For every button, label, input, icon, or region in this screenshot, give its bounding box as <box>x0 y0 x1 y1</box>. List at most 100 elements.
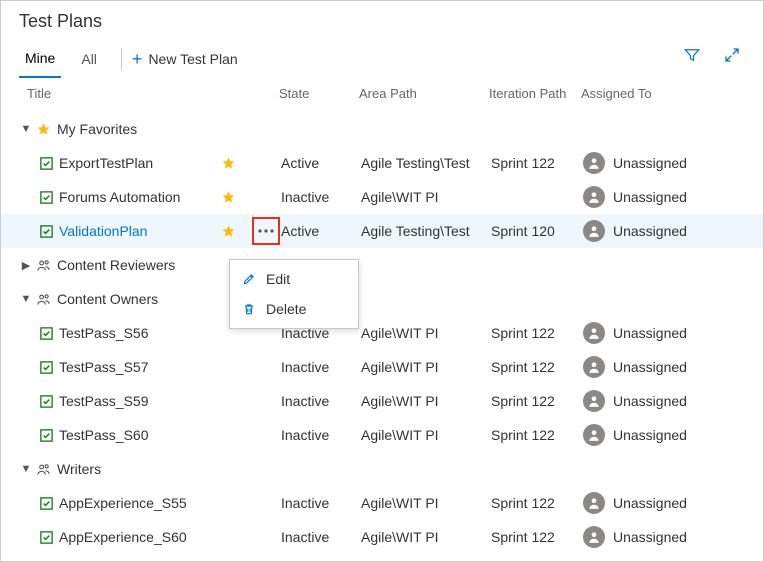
test-plan-icon <box>39 156 59 171</box>
plan-title[interactable]: ExportTestPlan <box>59 155 221 171</box>
assigned-to-label: Unassigned <box>613 155 687 171</box>
plan-iteration: Sprint 120 <box>491 223 583 239</box>
test-plan-icon <box>39 428 59 443</box>
assigned-to-label: Unassigned <box>613 495 687 511</box>
tab-mine[interactable]: Mine <box>19 50 61 78</box>
team-icon <box>33 462 53 477</box>
more-actions-button[interactable] <box>252 489 280 517</box>
plan-iteration: Sprint 122 <box>491 325 583 341</box>
context-menu: Edit Delete <box>229 259 359 329</box>
avatar-icon <box>583 152 605 174</box>
group-row[interactable]: ▶ Content Reviewers <box>1 248 763 282</box>
col-header-assigned[interactable]: Assigned To <box>581 86 745 101</box>
plan-assigned[interactable]: Unassigned <box>583 424 745 446</box>
plan-title[interactable]: Forums Automation <box>59 189 221 205</box>
plan-area-path: Agile\WIT PI <box>361 189 491 205</box>
more-actions-button[interactable] <box>252 149 280 177</box>
filter-icon <box>683 46 701 64</box>
table-row[interactable]: ExportTestPlanActiveAgile Testing\TestSp… <box>1 146 763 180</box>
group-row[interactable]: ▼Writers <box>1 452 763 486</box>
table-row[interactable]: TestPass_S57InactiveAgile\WIT PISprint 1… <box>1 350 763 384</box>
plan-title[interactable]: TestPass_S56 <box>59 325 221 341</box>
col-header-state[interactable]: State <box>279 86 359 101</box>
table-row[interactable]: AppExperience_S60InactiveAgile\WIT PISpr… <box>1 520 763 554</box>
favorite-star-icon[interactable] <box>221 224 251 239</box>
test-plan-icon <box>39 530 59 545</box>
group-row[interactable]: ▼Content Owners <box>1 282 763 316</box>
plan-assigned[interactable]: Unassigned <box>583 390 745 412</box>
table-row[interactable]: ValidationPlan ActiveAgile Testing\TestSp… <box>1 214 763 248</box>
more-actions-button[interactable] <box>252 421 280 449</box>
test-plan-icon <box>39 326 59 341</box>
plan-state: Inactive <box>281 495 361 511</box>
plan-assigned[interactable]: Unassigned <box>583 186 745 208</box>
plan-assigned[interactable]: Unassigned <box>583 152 745 174</box>
col-header-area[interactable]: Area Path <box>359 86 489 101</box>
chevron-down-icon: ▼ <box>19 123 33 135</box>
plan-state: Active <box>281 223 361 239</box>
avatar-icon <box>583 322 605 344</box>
avatar-icon <box>583 356 605 378</box>
plan-title[interactable]: ValidationPlan <box>59 223 221 239</box>
menu-item-edit[interactable]: Edit <box>230 264 358 294</box>
team-icon <box>33 292 53 307</box>
test-plans-table: Title State Area Path Iteration Path Ass… <box>1 82 763 554</box>
plan-assigned[interactable]: Unassigned <box>583 526 745 548</box>
plan-iteration: Sprint 122 <box>491 155 583 171</box>
team-icon <box>33 258 53 273</box>
plan-area-path: Agile Testing\Test <box>361 223 491 239</box>
plan-assigned[interactable]: Unassigned <box>583 220 745 242</box>
favorite-star-icon[interactable] <box>221 190 251 205</box>
star-icon <box>33 122 53 137</box>
plan-title[interactable]: TestPass_S57 <box>59 359 221 375</box>
plan-title[interactable]: TestPass_S59 <box>59 393 221 409</box>
avatar-icon <box>583 220 605 242</box>
table-row[interactable]: Forums AutomationInactiveAgile\WIT PIUna… <box>1 180 763 214</box>
menu-item-delete-label: Delete <box>266 301 306 317</box>
more-actions-button[interactable] <box>252 353 280 381</box>
plan-assigned[interactable]: Unassigned <box>583 356 745 378</box>
plan-assigned[interactable]: Unassigned <box>583 322 745 344</box>
table-header: Title State Area Path Iteration Path Ass… <box>1 82 763 112</box>
more-actions-button[interactable] <box>252 387 280 415</box>
tab-all[interactable]: All <box>75 51 103 77</box>
assigned-to-label: Unassigned <box>613 529 687 545</box>
more-actions-button[interactable] <box>252 217 280 245</box>
table-row[interactable]: TestPass_S56InactiveAgile\WIT PISprint 1… <box>1 316 763 350</box>
plan-iteration: Sprint 122 <box>491 495 583 511</box>
assigned-to-label: Unassigned <box>613 325 687 341</box>
expand-icon <box>723 46 741 64</box>
table-row[interactable]: TestPass_S60InactiveAgile\WIT PISprint 1… <box>1 418 763 452</box>
expand-button[interactable] <box>723 46 741 64</box>
col-header-title[interactable]: Title <box>19 86 279 101</box>
more-actions-button[interactable] <box>252 523 280 551</box>
filter-button[interactable] <box>683 46 701 64</box>
favorite-star-icon[interactable] <box>221 156 251 171</box>
avatar-icon <box>583 390 605 412</box>
group-row[interactable]: ▼My Favorites <box>1 112 763 146</box>
plan-iteration: Sprint 122 <box>491 359 583 375</box>
plan-assigned[interactable]: Unassigned <box>583 492 745 514</box>
table-row[interactable]: AppExperience_S55InactiveAgile\WIT PISpr… <box>1 486 763 520</box>
menu-item-delete[interactable]: Delete <box>230 294 358 324</box>
avatar-icon <box>583 492 605 514</box>
col-header-iteration[interactable]: Iteration Path <box>489 86 581 101</box>
group-label: Content Reviewers <box>57 257 175 273</box>
plan-iteration: Sprint 122 <box>491 529 583 545</box>
delete-icon <box>242 302 258 316</box>
new-test-plan-button[interactable]: + New Test Plan <box>132 50 238 78</box>
assigned-to-label: Unassigned <box>613 223 687 239</box>
plan-state: Inactive <box>281 359 361 375</box>
avatar-icon <box>583 526 605 548</box>
test-plan-icon <box>39 496 59 511</box>
plan-title[interactable]: TestPass_S60 <box>59 427 221 443</box>
test-plan-icon <box>39 224 59 239</box>
more-actions-button[interactable] <box>252 183 280 211</box>
plus-icon: + <box>132 50 143 68</box>
table-row[interactable]: TestPass_S59InactiveAgile\WIT PISprint 1… <box>1 384 763 418</box>
plan-title[interactable]: AppExperience_S60 <box>59 529 221 545</box>
plan-state: Inactive <box>281 529 361 545</box>
chevron-right-icon: ▶ <box>19 259 33 272</box>
plan-state: Inactive <box>281 427 361 443</box>
plan-title[interactable]: AppExperience_S55 <box>59 495 221 511</box>
